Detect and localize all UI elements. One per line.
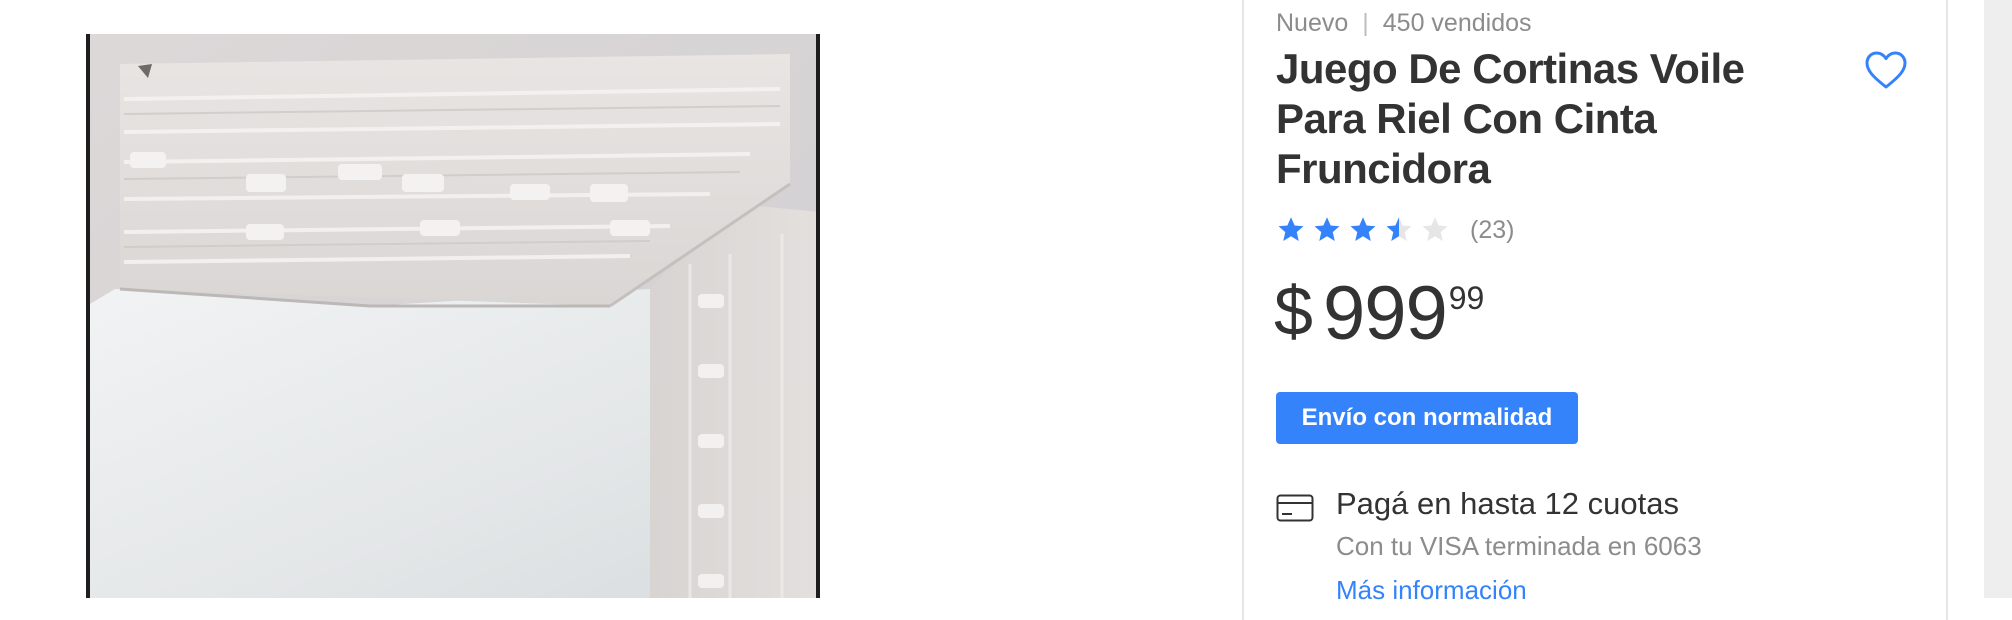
star-half-icon <box>1386 217 1412 241</box>
shipping-badge: Envío con normalidad <box>1276 392 1578 444</box>
currency-symbol: $ <box>1274 272 1313 350</box>
price-cents: 99 <box>1448 280 1485 316</box>
rating-stars <box>1276 215 1450 245</box>
product-subtitle: Nuevo | 450 vendidos <box>1276 8 1532 38</box>
star-full-icon <box>1350 217 1376 241</box>
price-integer: 999 <box>1322 271 1448 356</box>
review-count: (23) <box>1470 215 1515 244</box>
favorite-button[interactable] <box>1862 46 1910 94</box>
star-empty-icon <box>1422 217 1448 241</box>
subtitle-separator: | <box>1362 9 1369 37</box>
star-full-icon <box>1314 217 1340 241</box>
sold-count: 450 vendidos <box>1382 9 1532 37</box>
condition-label: Nuevo <box>1276 9 1349 37</box>
installments-card-info: Con tu VISA terminada en 6063 <box>1336 531 1702 561</box>
product-image-gallery[interactable] <box>86 34 820 598</box>
page-scrollbar[interactable] <box>1984 0 2012 598</box>
heart-outline-icon <box>1865 51 1907 89</box>
more-info-link[interactable]: Más información <box>1336 572 1527 608</box>
product-title: Juego De Cortinas Voile Para Riel Con Ci… <box>1276 45 1745 192</box>
rating-summary[interactable]: (23) <box>1276 212 1514 248</box>
credit-card-icon <box>1276 494 1314 522</box>
star-full-icon <box>1278 217 1304 241</box>
price: $99999 <box>1274 276 1484 352</box>
installments-title: Pagá en hasta 12 cuotas <box>1336 486 1679 521</box>
curtain-fabric-photo <box>90 34 816 598</box>
